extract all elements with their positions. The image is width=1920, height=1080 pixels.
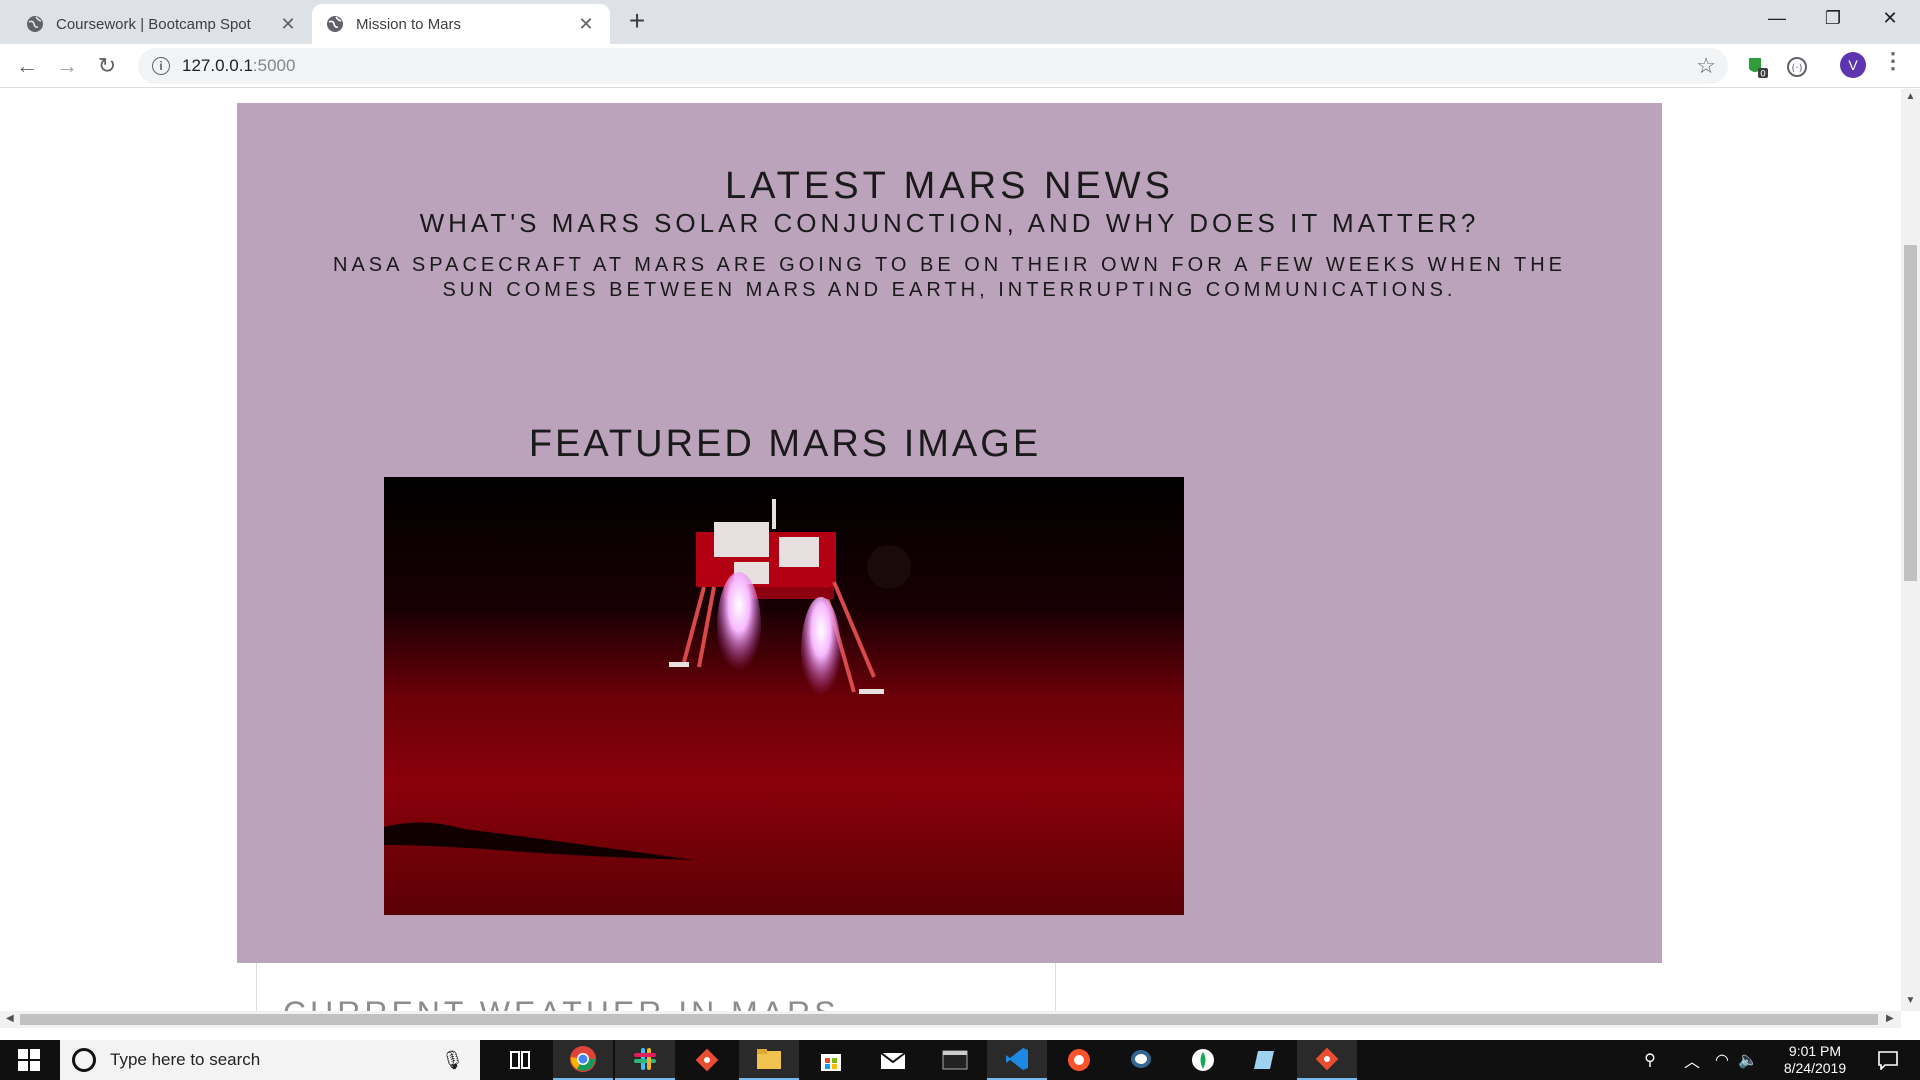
vertical-scrollbar[interactable]: ▲ ▼ bbox=[1901, 89, 1920, 1011]
tab-coursework[interactable]: Coursework | Bootcamp Spot ✕ bbox=[12, 4, 312, 44]
new-tab-button[interactable]: + bbox=[622, 6, 652, 36]
notifications-icon[interactable] bbox=[1868, 1040, 1908, 1080]
scrollbar-thumb[interactable] bbox=[1904, 245, 1917, 581]
search-placeholder: Type here to search bbox=[110, 1050, 261, 1069]
extension-icon[interactable]: (·) bbox=[1784, 54, 1810, 80]
task-view-icon[interactable] bbox=[490, 1040, 550, 1080]
git-icon[interactable] bbox=[677, 1040, 737, 1080]
terminal-icon[interactable] bbox=[925, 1040, 985, 1080]
back-arrow-icon[interactable]: ← bbox=[11, 50, 43, 82]
weather-card: CURRENT WEATHER IN MARS bbox=[256, 963, 1056, 1011]
horizontal-scrollbar[interactable]: ◀ ▶ bbox=[0, 1011, 1901, 1028]
tab-strip: Coursework | Bootcamp Spot ✕ Mission to … bbox=[0, 0, 1920, 44]
globe-icon bbox=[27, 16, 43, 32]
git-kraken-icon[interactable] bbox=[1297, 1040, 1357, 1080]
wifi-icon[interactable]: ◠ bbox=[1710, 1040, 1734, 1080]
news-paragraph: NASA SPACECRAFT AT MARS ARE GOING TO BE … bbox=[333, 254, 1566, 301]
bookmark-star-icon[interactable]: ☆ bbox=[1696, 53, 1716, 79]
forward-arrow-icon[interactable]: → bbox=[51, 50, 83, 82]
address-bar[interactable]: i 127.0.0.1:5000 ☆ bbox=[138, 48, 1728, 84]
svg-text:(·): (·) bbox=[1792, 63, 1803, 74]
restore-icon[interactable]: ❐ bbox=[1805, 0, 1861, 36]
notepad-icon[interactable] bbox=[1235, 1040, 1295, 1080]
scroll-left-icon[interactable]: ◀ bbox=[6, 1013, 14, 1024]
jumbotron: LATEST MARS NEWS WHAT'S MARS SOLAR CONJU… bbox=[237, 103, 1662, 963]
chrome-menu-icon[interactable]: ⋮ bbox=[1882, 48, 1904, 74]
scroll-down-icon[interactable]: ▼ bbox=[1901, 995, 1920, 1006]
tab-mission-to-mars[interactable]: Mission to Mars ✕ bbox=[312, 4, 610, 44]
extension-shield-icon[interactable]: 0 bbox=[1744, 54, 1770, 80]
tab-title: Mission to Mars bbox=[356, 15, 462, 33]
file-explorer-icon[interactable] bbox=[739, 1040, 799, 1080]
scrollbar-thumb[interactable] bbox=[20, 1014, 1878, 1025]
url-host: 127.0.0.1 bbox=[182, 56, 253, 75]
start-button[interactable] bbox=[0, 1040, 58, 1080]
clock-time: 9:01 PM bbox=[1788, 1043, 1842, 1059]
close-tab-icon[interactable]: ✕ bbox=[278, 14, 298, 35]
store-icon[interactable] bbox=[801, 1040, 861, 1080]
chrome-icon[interactable] bbox=[553, 1040, 613, 1080]
reload-icon[interactable]: ↻ bbox=[91, 50, 123, 82]
windows-taskbar: Type here to search 🎙 ⚲ ︿ ◠ 🔈 9:01 PM 8/… bbox=[0, 1040, 1920, 1080]
featured-mars-image[interactable] bbox=[384, 477, 1184, 915]
page-viewport: LATEST MARS NEWS WHAT'S MARS SOLAR CONJU… bbox=[0, 89, 1901, 1011]
mongodb-icon[interactable] bbox=[1173, 1040, 1233, 1080]
chevron-up-icon[interactable]: ︿ bbox=[1680, 1040, 1704, 1080]
profile-avatar[interactable]: V bbox=[1840, 52, 1866, 78]
url-port: :5000 bbox=[252, 56, 296, 75]
vscode-icon[interactable] bbox=[987, 1040, 1047, 1080]
scroll-right-icon[interactable]: ▶ bbox=[1886, 1013, 1894, 1024]
clock-date: 8/24/2019 bbox=[1783, 1060, 1847, 1076]
news-title: WHAT'S MARS SOLAR CONJUNCTION, AND WHY D… bbox=[419, 208, 1480, 238]
brave-icon[interactable] bbox=[1049, 1040, 1109, 1080]
close-window-icon[interactable]: ✕ bbox=[1862, 0, 1918, 36]
scroll-up-icon[interactable]: ▲ bbox=[1901, 91, 1920, 102]
mail-icon[interactable] bbox=[863, 1040, 923, 1080]
featured-image-heading: FEATURED MARS IMAGE bbox=[528, 423, 1042, 465]
extension-badge: 0 bbox=[1760, 70, 1766, 80]
windows-logo-icon bbox=[18, 1049, 40, 1071]
minimize-icon[interactable]: — bbox=[1749, 0, 1805, 36]
globe-icon bbox=[327, 16, 343, 32]
microphone-icon[interactable]: 🎙 bbox=[441, 1050, 464, 1071]
people-icon[interactable]: ⚲ bbox=[1635, 1040, 1665, 1080]
system-clock[interactable]: 9:01 PM 8/24/2019 bbox=[1760, 1043, 1870, 1077]
taskbar-search[interactable]: Type here to search 🎙 bbox=[60, 1040, 480, 1080]
postgres-icon[interactable] bbox=[1111, 1040, 1171, 1080]
cortana-icon bbox=[72, 1048, 96, 1072]
news-heading: LATEST MARS NEWS bbox=[725, 165, 1174, 207]
volume-icon[interactable]: 🔈 bbox=[1736, 1040, 1760, 1080]
close-tab-icon[interactable]: ✕ bbox=[576, 14, 596, 35]
browser-toolbar: ← → ↻ i 127.0.0.1:5000 ☆ 0 (·) bbox=[0, 44, 1920, 88]
slack-icon[interactable] bbox=[615, 1040, 675, 1080]
weather-heading: CURRENT WEATHER IN MARS bbox=[283, 995, 840, 1011]
site-info-icon[interactable]: i bbox=[152, 57, 170, 75]
tab-title: Coursework | Bootcamp Spot bbox=[56, 15, 251, 33]
